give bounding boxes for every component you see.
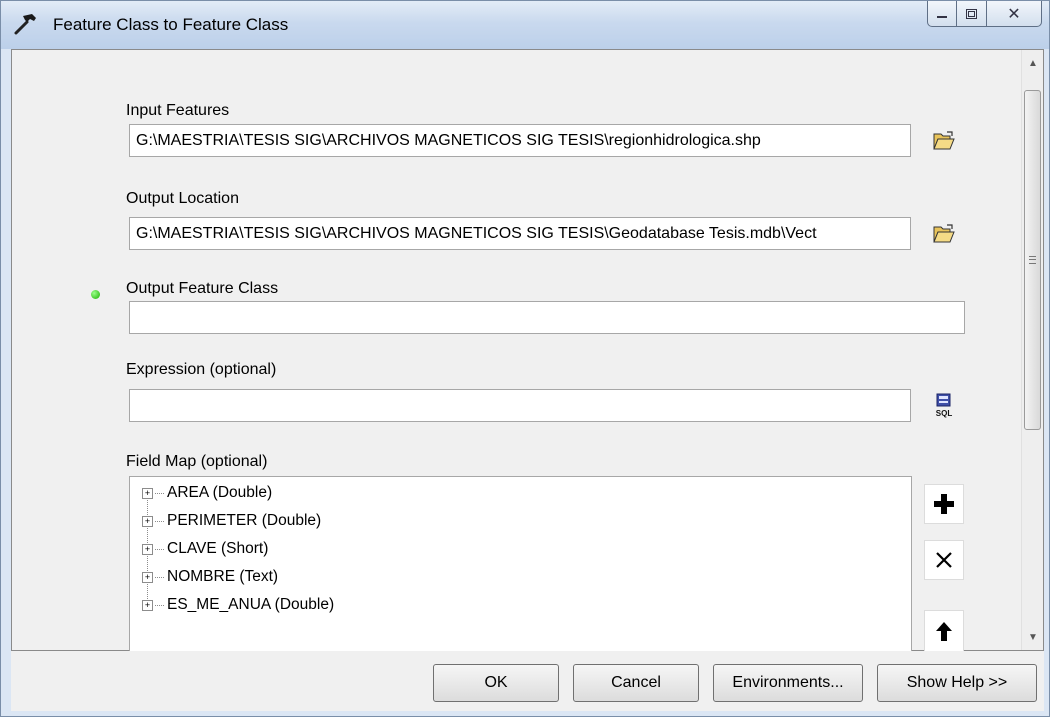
plus-icon: [934, 494, 954, 514]
field-map-item-label: NOMBRE (Text): [167, 568, 279, 585]
output-feature-class-field[interactable]: [129, 301, 965, 334]
ok-button[interactable]: OK: [433, 664, 559, 702]
delete-icon: [936, 552, 952, 568]
title-bar[interactable]: Feature Class to Feature Class ✕: [1, 1, 1049, 49]
field-map-item[interactable]: + ES_ME_ANUA (Double): [142, 593, 334, 617]
field-map-item[interactable]: + NOMBRE (Text): [142, 565, 278, 589]
input-features-field[interactable]: G:\MAESTRIA\TESIS SIG\ARCHIVOS MAGNETICO…: [129, 124, 911, 157]
tree-dots: [155, 604, 164, 606]
move-up-button[interactable]: [924, 610, 964, 652]
required-indicator-icon: [91, 290, 100, 299]
close-button[interactable]: ✕: [987, 1, 1042, 27]
field-map-item-label: ES_ME_ANUA (Double): [167, 596, 335, 613]
expand-icon[interactable]: +: [142, 599, 153, 611]
field-map-label: Field Map (optional): [126, 453, 268, 470]
window-controls: ✕: [927, 1, 1042, 31]
parameters-panel: Input Features G:\MAESTRIA\TESIS SIG\ARC…: [11, 49, 1044, 656]
field-map-item-label: CLAVE (Short): [167, 540, 269, 557]
field-map-item[interactable]: + AREA (Double): [142, 481, 272, 505]
tree-dots: [155, 520, 164, 522]
expand-icon[interactable]: +: [142, 543, 153, 555]
hammer-icon: [14, 14, 36, 35]
vertical-scrollbar[interactable]: ▲ ▼: [1021, 50, 1043, 650]
svg-text:SQL: SQL: [935, 409, 952, 418]
field-map-item-label: AREA (Double): [167, 484, 273, 501]
delete-field-button[interactable]: [924, 540, 964, 580]
button-bar: OK Cancel Environments... Show Help >>: [11, 651, 1044, 711]
maximize-button[interactable]: [957, 1, 987, 27]
output-feature-class-label: Output Feature Class: [126, 280, 279, 297]
minimize-icon: [937, 15, 947, 18]
environments-button[interactable]: Environments...: [713, 664, 863, 702]
grip-icon: [1029, 256, 1036, 264]
expand-icon[interactable]: +: [142, 571, 153, 583]
scroll-thumb[interactable]: [1024, 90, 1041, 430]
scroll-up-icon[interactable]: ▲: [1022, 52, 1044, 74]
field-map-tree[interactable]: + AREA (Double) + PERIMETER (Double) + C…: [129, 476, 912, 656]
expand-icon[interactable]: +: [142, 515, 153, 527]
minimize-button[interactable]: [927, 1, 957, 27]
show-help-button[interactable]: Show Help >>: [877, 664, 1037, 702]
expression-field[interactable]: [129, 389, 911, 422]
output-location-field[interactable]: G:\MAESTRIA\TESIS SIG\ARCHIVOS MAGNETICO…: [129, 217, 911, 250]
expression-label: Expression (optional): [126, 361, 277, 378]
arrow-up-icon: [936, 622, 952, 641]
add-field-button[interactable]: [924, 484, 964, 524]
field-map-item[interactable]: + CLAVE (Short): [142, 537, 268, 561]
tree-dots: [155, 492, 164, 494]
cancel-button[interactable]: Cancel: [573, 664, 699, 702]
folder-open-icon: [932, 130, 955, 149]
window-title: Feature Class to Feature Class: [53, 15, 289, 34]
tree-dots: [155, 576, 164, 578]
close-icon: ✕: [1007, 5, 1021, 23]
folder-open-icon: [932, 223, 955, 242]
output-location-label: Output Location: [126, 190, 239, 207]
maximize-icon: [965, 8, 977, 19]
sql-button[interactable]: SQL: [927, 389, 960, 422]
input-features-label: Input Features: [126, 102, 230, 119]
output-location-browse-button[interactable]: [927, 217, 960, 250]
input-features-browse-button[interactable]: [927, 124, 960, 157]
expand-icon[interactable]: +: [142, 487, 153, 499]
field-map-item-label: PERIMETER (Double): [167, 512, 322, 529]
field-map-item[interactable]: + PERIMETER (Double): [142, 509, 321, 533]
tree-dots: [155, 548, 164, 550]
sql-icon: SQL: [935, 393, 952, 418]
dialog-window: Feature Class to Feature Class ✕ Input F…: [0, 0, 1050, 717]
scroll-down-icon[interactable]: ▼: [1022, 626, 1044, 648]
